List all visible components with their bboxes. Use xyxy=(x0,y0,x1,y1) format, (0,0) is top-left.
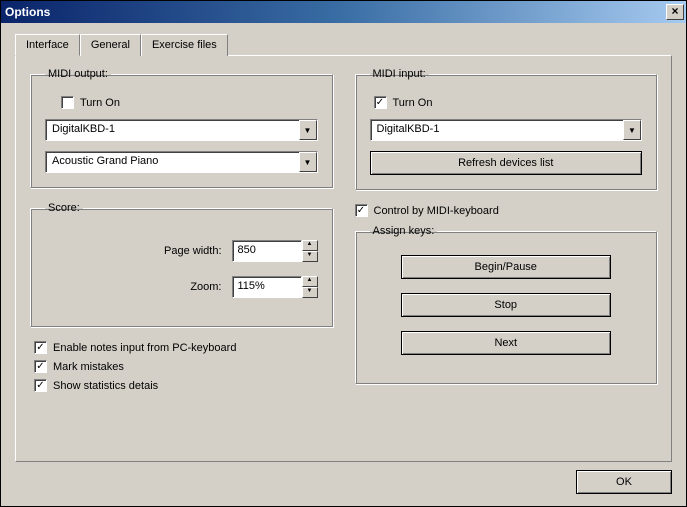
group-score: Score: Page width: 850 ▲ ▼ xyxy=(30,202,333,327)
control-midi-label: Control by MIDI-keyboard xyxy=(374,205,499,217)
enable-notes-row[interactable]: ✓ Enable notes input from PC-keyboard xyxy=(34,341,333,354)
page-width-value[interactable]: 850 xyxy=(232,240,302,262)
midi-input-turnon-label: Turn On xyxy=(393,97,433,109)
midi-input-turnon-row[interactable]: ✓ Turn On xyxy=(374,96,643,109)
titlebar: Options × xyxy=(1,1,686,23)
assign-legend: Assign keys: xyxy=(370,225,438,237)
score-legend: Score: xyxy=(45,202,83,214)
midi-output-turnon-row[interactable]: Turn On xyxy=(61,96,318,109)
left-column: MIDI output: Turn On DigitalKBD-1 ▼ Acou… xyxy=(30,68,333,449)
mark-mistakes-label: Mark mistakes xyxy=(53,361,124,373)
midi-output-turnon-checkbox[interactable] xyxy=(61,96,74,109)
midi-output-instrument-value: Acoustic Grand Piano xyxy=(46,152,299,172)
midi-input-device-value: DigitalKBD-1 xyxy=(371,120,624,140)
page-width-spinner[interactable]: 850 ▲ ▼ xyxy=(232,240,318,262)
midi-output-device-select[interactable]: DigitalKBD-1 ▼ xyxy=(45,119,318,141)
dropdown-arrow-icon: ▼ xyxy=(299,120,317,140)
dropdown-arrow-icon: ▼ xyxy=(299,152,317,172)
group-midi-input: MIDI input: ✓ Turn On DigitalKBD-1 ▼ Ref… xyxy=(355,68,658,190)
page-width-row: Page width: 850 ▲ ▼ xyxy=(45,240,318,262)
right-column: MIDI input: ✓ Turn On DigitalKBD-1 ▼ Ref… xyxy=(355,68,658,449)
group-midi-output: MIDI output: Turn On DigitalKBD-1 ▼ Acou… xyxy=(30,68,333,188)
midi-input-legend: MIDI input: xyxy=(370,68,429,80)
midi-output-legend: MIDI output: xyxy=(45,68,111,80)
show-stats-checkbox[interactable]: ✓ xyxy=(34,379,47,392)
tab-panel-interface: MIDI output: Turn On DigitalKBD-1 ▼ Acou… xyxy=(15,55,672,462)
window-title: Options xyxy=(5,5,666,19)
mark-mistakes-row[interactable]: ✓ Mark mistakes xyxy=(34,360,333,373)
tab-general[interactable]: General xyxy=(80,34,141,56)
show-stats-label: Show statistics detais xyxy=(53,380,158,392)
show-stats-row[interactable]: ✓ Show statistics detais xyxy=(34,379,333,392)
page-width-label: Page width: xyxy=(164,245,221,257)
stop-button[interactable]: Stop xyxy=(401,293,611,317)
zoom-label: Zoom: xyxy=(190,281,221,293)
enable-notes-label: Enable notes input from PC-keyboard xyxy=(53,342,236,354)
midi-input-turnon-checkbox[interactable]: ✓ xyxy=(374,96,387,109)
close-button[interactable]: × xyxy=(666,4,684,20)
group-assign-keys: Assign keys: Begin/Pause Stop Next xyxy=(355,225,658,384)
tab-exercise-files[interactable]: Exercise files xyxy=(141,34,228,56)
midi-output-device-value: DigitalKBD-1 xyxy=(46,120,299,140)
close-icon: × xyxy=(671,4,678,18)
dropdown-arrow-icon: ▼ xyxy=(623,120,641,140)
midi-output-turnon-label: Turn On xyxy=(80,97,120,109)
zoom-spinner[interactable]: 115% ▲ ▼ xyxy=(232,276,318,298)
page-width-down[interactable]: ▼ xyxy=(302,251,318,262)
client-area: Interface General Exercise files MIDI ou… xyxy=(1,23,686,506)
zoom-down[interactable]: ▼ xyxy=(302,287,318,298)
zoom-up[interactable]: ▲ xyxy=(302,276,318,287)
ok-button[interactable]: OK xyxy=(576,470,672,494)
refresh-devices-button[interactable]: Refresh devices list xyxy=(370,151,643,175)
midi-output-instrument-select[interactable]: Acoustic Grand Piano ▼ xyxy=(45,151,318,173)
next-button[interactable]: Next xyxy=(401,331,611,355)
page-width-up[interactable]: ▲ xyxy=(302,240,318,251)
begin-pause-button[interactable]: Begin/Pause xyxy=(401,255,611,279)
midi-input-device-select[interactable]: DigitalKBD-1 ▼ xyxy=(370,119,643,141)
mark-mistakes-checkbox[interactable]: ✓ xyxy=(34,360,47,373)
tab-interface[interactable]: Interface xyxy=(15,34,80,56)
dialog-footer: OK xyxy=(15,470,672,494)
control-midi-row[interactable]: ✓ Control by MIDI-keyboard xyxy=(355,204,658,217)
options-window: Options × Interface General Exercise fil… xyxy=(0,0,687,507)
zoom-row: Zoom: 115% ▲ ▼ xyxy=(45,276,318,298)
control-midi-checkbox[interactable]: ✓ xyxy=(355,204,368,217)
zoom-value[interactable]: 115% xyxy=(232,276,302,298)
enable-notes-checkbox[interactable]: ✓ xyxy=(34,341,47,354)
tab-strip: Interface General Exercise files xyxy=(15,34,672,56)
